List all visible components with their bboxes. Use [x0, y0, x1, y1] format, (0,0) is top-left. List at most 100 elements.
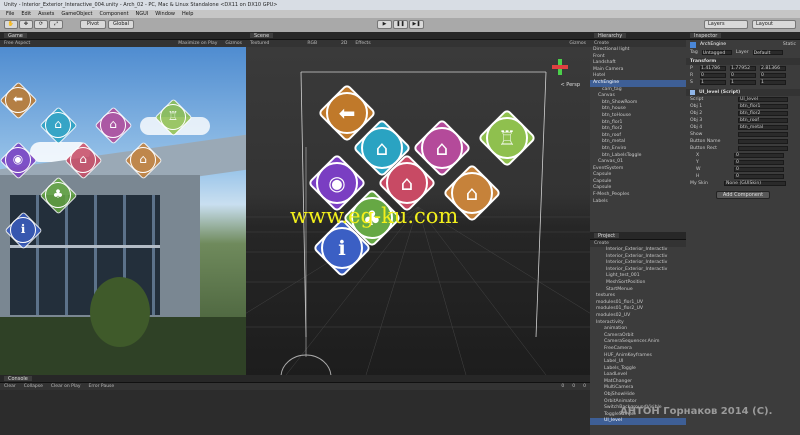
rect-field-value[interactable]: 0 [734, 174, 784, 179]
script-field-value[interactable] [738, 132, 788, 137]
menu-help[interactable]: Help [182, 11, 193, 17]
add-component-button[interactable]: Add Component [716, 191, 770, 199]
move-tool-icon[interactable]: ✥ [19, 20, 33, 29]
tab-console[interactable]: Console [4, 376, 32, 382]
console-error-pause-button[interactable]: Error Pause [89, 384, 115, 389]
project-item[interactable]: modules01_flor2_UV [590, 306, 686, 313]
shading-mode-dropdown[interactable]: Textured [250, 41, 269, 46]
pivot-button[interactable]: Pivot [80, 20, 106, 29]
hierarchy-item[interactable]: btn_flor2 [590, 126, 686, 133]
menu-assets[interactable]: Assets [38, 11, 54, 17]
hierarchy-item[interactable]: ArchEngine [590, 79, 686, 87]
transform-z-field[interactable]: 2.81366 [760, 66, 786, 71]
transform-x-field[interactable]: 1 [700, 80, 726, 85]
play-button[interactable]: ▶ [377, 20, 392, 29]
hierarchy-item[interactable]: btn_toHouse [590, 113, 686, 120]
project-item[interactable]: Interior_Exterior_Interactiv [590, 247, 686, 254]
transform-z-field[interactable]: 1 [760, 80, 786, 85]
console-log-count[interactable]: 0 [561, 384, 564, 389]
console-collapse-button[interactable]: Collapse [24, 384, 43, 389]
layer-dropdown[interactable]: Default [752, 50, 783, 56]
effects-dropdown[interactable]: Effects [355, 41, 370, 46]
console-warning-count[interactable]: 0 [572, 384, 575, 389]
object-name[interactable]: ArchEngine [700, 42, 726, 47]
menu-gameobject[interactable]: GameObject [61, 11, 92, 17]
layout-dropdown[interactable]: Layout [752, 20, 796, 29]
pause-button[interactable]: ❚❚ [393, 20, 408, 29]
hierarchy-item[interactable]: Landshaft [590, 60, 686, 67]
script-header[interactable]: UI_level (Script) [699, 90, 740, 95]
script-field-value[interactable] [738, 146, 788, 151]
project-item[interactable]: ObjShowHide [590, 392, 686, 399]
tab-project[interactable]: Project [594, 233, 620, 239]
project-item[interactable]: Light_test_001 [590, 273, 686, 280]
tab-inspector[interactable]: Inspector [690, 33, 722, 39]
step-button[interactable]: ▶❚ [409, 20, 424, 29]
project-item[interactable]: modules02_UV [590, 313, 686, 320]
project-item[interactable]: textures [590, 293, 686, 300]
menu-window[interactable]: Window [155, 11, 175, 17]
tag-dropdown[interactable]: Untagged [701, 50, 732, 56]
hierarchy-item[interactable]: Canvas_01 [590, 159, 686, 166]
script-field-value[interactable]: btn_roof [738, 118, 788, 123]
scale-tool-icon[interactable]: ⤢ [49, 20, 63, 29]
script-field-value[interactable]: btn_metal [738, 125, 788, 130]
hierarchy-item[interactable]: btn_Enviro [590, 146, 686, 153]
script-field-value[interactable]: btn_flor1 [738, 104, 788, 109]
project-item[interactable]: Label_UI [590, 359, 686, 366]
layers-dropdown[interactable]: Layers [704, 20, 748, 29]
hierarchy-item[interactable]: btn_house [590, 106, 686, 113]
maximize-toggle[interactable]: Maximize on Play [178, 41, 217, 46]
rgb-dropdown[interactable]: RGB [307, 41, 317, 46]
project-item[interactable]: Interior_Exterior_Interactiv [590, 260, 686, 267]
project-item[interactable]: CameraSequencer.Anim [590, 339, 686, 346]
console-error-count[interactable]: 0 [583, 384, 586, 389]
rect-field-value[interactable]: 0 [734, 160, 784, 165]
transform-x-field[interactable]: 0 [700, 73, 726, 78]
script-field-value[interactable] [738, 139, 788, 144]
scene-gizmo-icon[interactable] [552, 59, 568, 75]
menu-ngui[interactable]: NGUI [136, 11, 149, 17]
menu-component[interactable]: Component [100, 11, 129, 17]
console-clear-on-play-button[interactable]: Clear on Play [51, 384, 81, 389]
menu-edit[interactable]: Edit [21, 11, 31, 17]
transform-y-field[interactable]: 1 [730, 80, 756, 85]
hierarchy-item[interactable]: Hotel [590, 73, 686, 80]
tab-game[interactable]: Game [4, 33, 27, 39]
2d-toggle[interactable]: 2D [341, 41, 347, 46]
transform-y-field[interactable]: 1.77952 [730, 66, 756, 71]
hand-tool-icon[interactable]: ✋ [4, 20, 18, 29]
tab-scene[interactable]: Scene [250, 33, 274, 39]
transform-z-field[interactable]: 0 [760, 73, 786, 78]
console-clear-button[interactable]: Clear [4, 384, 16, 389]
project-item[interactable]: LoadLevel [590, 372, 686, 379]
transform-x-field[interactable]: 1.41786 [700, 66, 726, 71]
hierarchy-item[interactable]: Labels [590, 199, 686, 206]
project-create-button[interactable]: Create [594, 241, 609, 246]
static-toggle[interactable]: Static [783, 42, 796, 47]
script-field-value[interactable]: btn_flor2 [738, 111, 788, 116]
menu-file[interactable]: File [6, 11, 14, 17]
game-viewport[interactable] [0, 47, 246, 375]
rect-field-value[interactable]: 0 [734, 167, 784, 172]
transform-y-field[interactable]: 0 [730, 73, 756, 78]
hierarchy-create-button[interactable]: Create [594, 41, 609, 46]
game-gizmos-toggle[interactable]: Gizmos [225, 41, 242, 46]
tab-hierarchy[interactable]: Hierarchy [594, 33, 627, 39]
project-item[interactable]: FreeCamera [590, 346, 686, 353]
hierarchy-item[interactable]: Directional light [590, 47, 686, 54]
hierarchy-item[interactable]: F-Mesh_Peoples [590, 192, 686, 199]
hierarchy-item[interactable]: btn_metal [590, 139, 686, 146]
project-item[interactable]: animation [590, 326, 686, 333]
skin-field[interactable]: None (GUISkin) [724, 181, 786, 186]
script-field-value[interactable]: UI_level [738, 97, 788, 102]
aspect-dropdown[interactable]: Free Aspect [4, 41, 30, 46]
scene-gizmos-dropdown[interactable]: Gizmos [569, 41, 586, 46]
global-button[interactable]: Global [108, 20, 134, 29]
transform-header[interactable]: Transform [690, 59, 716, 64]
rotate-tool-icon[interactable]: ⟳ [34, 20, 48, 29]
hierarchy-item[interactable]: Canvas [590, 93, 686, 100]
project-item[interactable]: MeshSortPosition [590, 280, 686, 287]
rect-field-value[interactable]: 0 [734, 153, 784, 158]
hierarchy-item[interactable]: Capsule [590, 172, 686, 179]
